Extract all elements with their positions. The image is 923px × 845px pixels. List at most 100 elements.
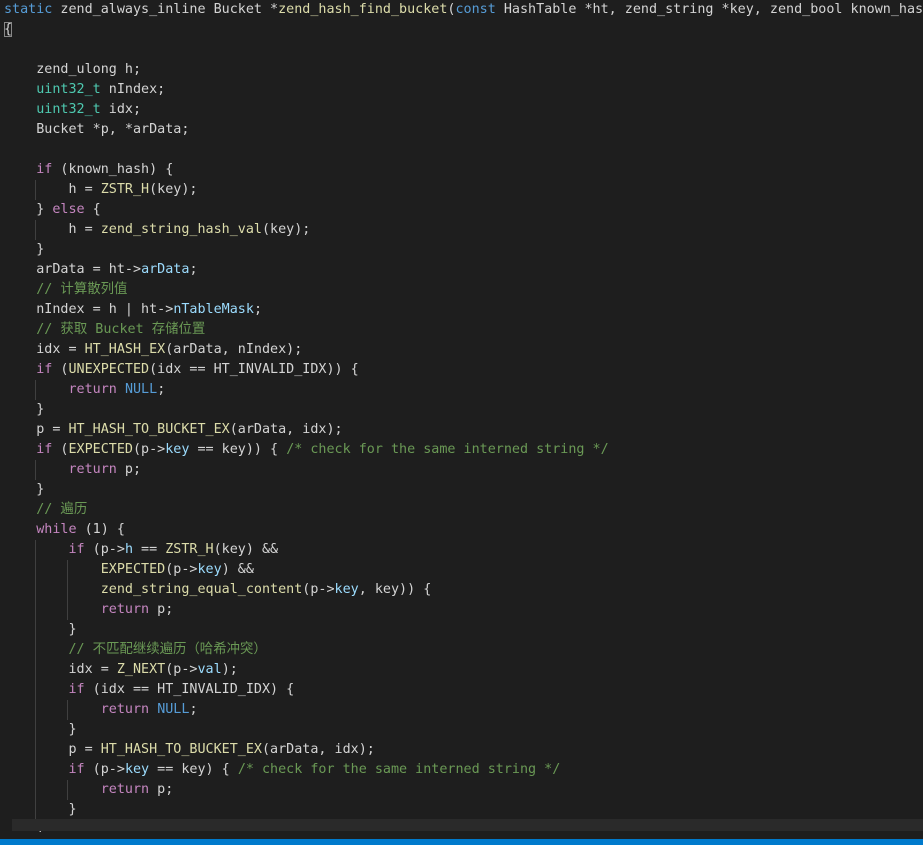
code-line[interactable]: while (1) {	[0, 520, 923, 540]
code-token: {	[4, 22, 13, 37]
code-token: static	[4, 2, 53, 17]
code-line[interactable]: }	[0, 240, 923, 260]
code-line[interactable]: return p;	[0, 600, 923, 620]
code-token: idx;	[100, 102, 142, 117]
code-line[interactable]: return NULL;	[0, 700, 923, 720]
code-token: if	[68, 542, 85, 557]
code-line[interactable]: // 计算散列值	[0, 280, 923, 300]
code-token: else	[52, 202, 85, 217]
code-line[interactable]: }	[0, 720, 923, 740]
code-token: return	[100, 702, 150, 717]
code-token: // 获取 Bucket 存储位置	[36, 322, 206, 337]
code-line[interactable]: idx = Z_NEXT(p->val);	[0, 660, 923, 680]
code-token: (idx == HT_INVALID_IDX) {	[84, 682, 295, 697]
code-token: NULL	[124, 382, 158, 397]
code-token: idx =	[4, 342, 85, 357]
indent-guide	[35, 560, 37, 580]
code-line[interactable]: // 获取 Bucket 存储位置	[0, 320, 923, 340]
code-token: , key)) {	[358, 582, 432, 597]
code-line[interactable]: if (known_hash) {	[0, 160, 923, 180]
code-line[interactable]	[0, 40, 923, 60]
code-line[interactable]: p = HT_HASH_TO_BUCKET_EX(arData, idx);	[0, 740, 923, 760]
code-token: ;	[157, 382, 166, 397]
code-token: (1) {	[76, 522, 125, 537]
indent-guide	[66, 580, 68, 600]
code-line[interactable]: h = zend_string_hash_val(key);	[0, 220, 923, 240]
code-token: zend_string_equal_content	[100, 582, 303, 597]
code-line[interactable]: p = HT_HASH_TO_BUCKET_EX(arData, idx);	[0, 420, 923, 440]
code-editor[interactable]: static zend_always_inline Bucket *zend_h…	[0, 0, 923, 832]
code-token: HT_HASH_EX	[84, 342, 166, 357]
code-line[interactable]: h = ZSTR_H(key);	[0, 180, 923, 200]
code-token: ;	[189, 702, 198, 717]
code-token: h	[124, 542, 133, 557]
code-line[interactable]: return p;	[0, 780, 923, 800]
code-line[interactable]: return p;	[0, 460, 923, 480]
code-line[interactable]: uint32_t nIndex;	[0, 80, 923, 100]
code-token: /* check for the same interned string */	[286, 442, 609, 457]
indent-guide	[35, 460, 37, 480]
code-token: zend_string_hash_val	[100, 222, 262, 237]
code-token: {	[84, 202, 101, 217]
code-line[interactable]: if (UNEXPECTED(idx == HT_INVALID_IDX)) {	[0, 360, 923, 380]
code-line[interactable]: if (p->key == key) { /* check for the sa…	[0, 760, 923, 780]
indent-guide	[35, 640, 37, 660]
code-lines[interactable]: static zend_always_inline Bucket *zend_h…	[0, 0, 923, 832]
code-token: p;	[149, 782, 174, 797]
code-line[interactable]: if (p->h == ZSTR_H(key) &&	[0, 540, 923, 560]
code-line[interactable]: zend_string_equal_content(p->key, key)) …	[0, 580, 923, 600]
code-token: }	[4, 622, 77, 637]
code-line[interactable]: }	[0, 400, 923, 420]
code-token: ;	[253, 302, 262, 317]
horizontal-scrollbar[interactable]	[12, 819, 923, 831]
code-token: key	[165, 442, 190, 457]
code-line[interactable]: }	[0, 620, 923, 640]
code-token: ZSTR_H	[100, 182, 150, 197]
code-token: key	[124, 762, 150, 777]
indent-guide	[66, 560, 68, 580]
code-token: (	[52, 442, 69, 457]
code-line[interactable]: }	[0, 480, 923, 500]
code-line[interactable]: if (idx == HT_INVALID_IDX) {	[0, 680, 923, 700]
code-token: if	[36, 442, 53, 457]
code-line[interactable]: arData = ht->arData;	[0, 260, 923, 280]
code-token: (p->	[165, 562, 198, 577]
code-line[interactable]: // 遍历	[0, 500, 923, 520]
code-token: NULL	[157, 702, 190, 717]
code-line[interactable]: } else {	[0, 200, 923, 220]
code-token: nIndex = h | ht->	[4, 302, 174, 317]
code-token: return	[100, 782, 150, 797]
code-line[interactable]: uint32_t idx;	[0, 100, 923, 120]
code-line[interactable]	[0, 140, 923, 160]
code-line[interactable]: {	[0, 20, 923, 40]
code-line[interactable]: zend_ulong h;	[0, 60, 923, 80]
code-token: // 不匹配继续遍历（哈希冲突）	[68, 642, 267, 657]
indent-guide	[35, 680, 37, 700]
code-token: zend_always_inline Bucket	[52, 2, 271, 17]
code-token: Bucket *p, *arData;	[4, 122, 190, 137]
code-token: p =	[4, 742, 101, 757]
code-line[interactable]: return NULL;	[0, 380, 923, 400]
code-token: const	[455, 2, 496, 17]
code-token: HashTable *ht, zend_string *key, zend_bo…	[495, 2, 923, 17]
code-line[interactable]: }	[0, 800, 923, 820]
code-line[interactable]: EXPECTED(p->key) &&	[0, 560, 923, 580]
code-token: (p->	[165, 662, 198, 677]
code-token: return	[100, 602, 150, 617]
code-line[interactable]: nIndex = h | ht->nTableMask;	[0, 300, 923, 320]
code-line[interactable]: static zend_always_inline Bucket *zend_h…	[0, 0, 923, 20]
code-line[interactable]: Bucket *p, *arData;	[0, 120, 923, 140]
status-bar	[0, 839, 923, 845]
code-token: (p->	[302, 582, 335, 597]
code-token: (key) &&	[213, 542, 279, 557]
code-token: (known_hash) {	[52, 162, 174, 177]
code-line[interactable]: // 不匹配继续遍历（哈希冲突）	[0, 640, 923, 660]
indent-guide	[35, 180, 37, 200]
code-line[interactable]: if (EXPECTED(p->key == key)) { /* check …	[0, 440, 923, 460]
code-token: h =	[4, 222, 101, 237]
code-line[interactable]: idx = HT_HASH_EX(arData, nIndex);	[0, 340, 923, 360]
code-token: (idx == HT_INVALID_IDX)) {	[149, 362, 359, 377]
